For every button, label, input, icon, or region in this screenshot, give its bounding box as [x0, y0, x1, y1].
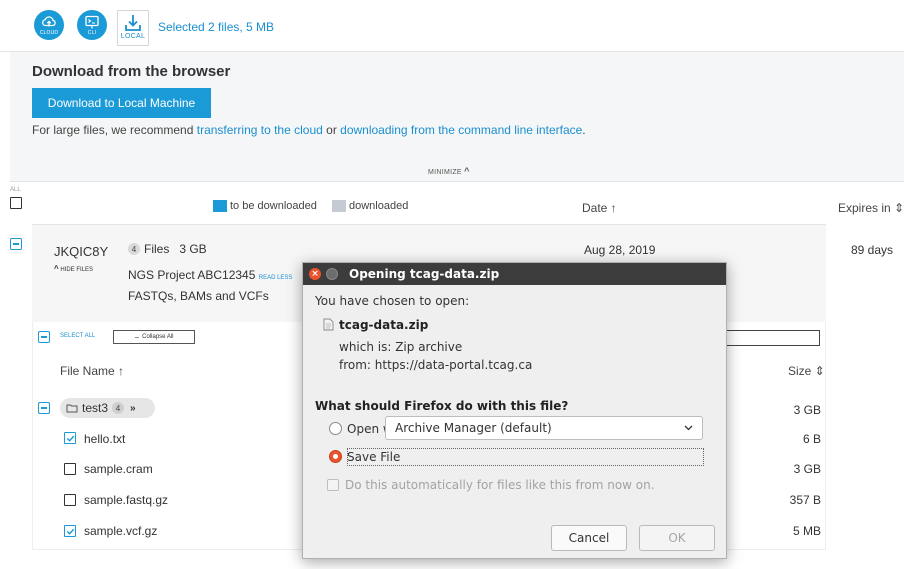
file-name: hello.txt — [84, 432, 126, 446]
cancel-button[interactable]: Cancel — [551, 525, 627, 551]
close-icon[interactable]: × — [309, 268, 321, 280]
request-date: Aug 28, 2019 — [584, 243, 656, 257]
file-size: 3 GB — [793, 462, 821, 476]
description-line2: FASTQs, BAMs and VCFs — [128, 289, 269, 303]
file-source-text: from: https://data-portal.tcag.ca — [339, 358, 533, 372]
terminal-icon — [85, 15, 99, 29]
ok-label: OK — [668, 531, 686, 545]
file-size: 5 MB — [792, 524, 821, 538]
file-checkbox-fastq[interactable] — [64, 494, 76, 506]
file-size: 357 B — [789, 493, 821, 507]
request-description: NGS Project ABC12345 READ LESS — [128, 268, 292, 282]
firefox-question: What should Firefox do with this file? — [315, 399, 569, 413]
request-files-summary: 4 Files 3 GB — [128, 242, 207, 256]
large-files-note: For large files, we recommend transferri… — [32, 123, 586, 137]
chevron-down-icon — [684, 425, 693, 431]
legend-swatch-downloaded — [332, 200, 346, 212]
local-download-button[interactable]: LOCAL — [117, 10, 149, 46]
request-id: JKQIC8Y — [54, 244, 109, 259]
request-expires: 89 days — [851, 243, 894, 257]
file-name: sample.vcf.gz — [84, 524, 158, 538]
file-size: 6 B — [802, 432, 821, 446]
folder-name: test3 — [82, 401, 109, 415]
request-size: 3 GB — [179, 242, 207, 256]
cli-download-button[interactable]: CLI — [77, 10, 107, 40]
auto-action-label: Do this automatically for files like thi… — [345, 478, 655, 492]
download-to-local-button[interactable]: Download to Local Machine — [32, 88, 211, 118]
open-with-radio[interactable] — [329, 422, 342, 435]
file-count-badge: 4 — [128, 243, 140, 255]
hide-files-toggle[interactable]: ^ HIDE FILES — [54, 264, 93, 273]
double-chevron-down-icon: » — [130, 402, 136, 414]
transfer-to-cloud-link[interactable]: transferring to the cloud — [197, 123, 323, 137]
file-icon — [323, 318, 334, 331]
download-panel: Download from the browser Download to Lo… — [10, 52, 904, 182]
cli-caption: CLI — [87, 30, 97, 36]
all-label: ALL — [10, 187, 21, 193]
select-all-files-checkbox[interactable] — [38, 331, 50, 343]
download-icon — [125, 15, 141, 31]
note-middle: or — [322, 123, 341, 137]
file-name-column-header[interactable]: File Name ↑ — [60, 364, 124, 378]
chevron-up-icon: ^ — [54, 264, 59, 273]
files-label: Files — [144, 242, 170, 256]
expires-column-header[interactable]: Expires in ⇕ — [838, 201, 904, 215]
save-file-label: Save File — [347, 450, 401, 464]
save-file-focus-ring — [347, 448, 704, 466]
auto-action-checkbox[interactable] — [327, 479, 339, 491]
checkmark-icon — [66, 435, 74, 442]
local-caption: LOCAL — [120, 33, 146, 40]
collapse-all-button[interactable]: − Collapse All — [113, 330, 195, 344]
legend-to-be-downloaded: to be downloaded — [230, 200, 317, 212]
note-suffix: . — [582, 123, 586, 137]
note-prefix: For large files, we recommend — [32, 123, 197, 137]
checkmark-icon — [66, 528, 74, 535]
command-line-link[interactable]: downloading from the command line interf… — [340, 123, 582, 137]
file-type-text: which is: Zip archive — [339, 340, 463, 354]
hide-files-label: HIDE FILES — [60, 267, 94, 273]
read-less-link[interactable]: READ LESS — [259, 275, 293, 281]
selected-app: Archive Manager (default) — [395, 421, 552, 435]
legend-downloaded: downloaded — [349, 200, 409, 212]
folder-test3[interactable]: test3 4 » — [60, 398, 155, 418]
select-all-checkbox[interactable] — [10, 197, 22, 209]
date-column-header[interactable]: Date ↑ — [582, 201, 617, 215]
cloud-caption: CLOUD — [39, 30, 59, 36]
file-name: sample.fastq.gz — [84, 493, 169, 507]
chevron-up-icon: ^ — [464, 166, 470, 176]
dialog-title: Opening tcag-data.zip — [349, 267, 500, 281]
folder-icon — [66, 404, 78, 413]
save-file-radio[interactable] — [329, 450, 342, 463]
folder-size: 3 GB — [793, 403, 821, 417]
file-checkbox-hello[interactable] — [64, 432, 76, 444]
request-row-checkbox[interactable] — [10, 238, 22, 250]
open-with-app-select[interactable]: Archive Manager (default) — [385, 416, 703, 440]
folder-count-badge: 4 — [112, 402, 125, 414]
ok-button[interactable]: OK — [639, 525, 715, 551]
cancel-label: Cancel — [568, 531, 610, 545]
dialog-titlebar: × Opening tcag-data.zip — [303, 263, 726, 285]
collapse-all-label: Collapse All — [142, 334, 174, 340]
panel-title: Download from the browser — [32, 63, 231, 80]
description-line1: NGS Project ABC12345 — [128, 268, 256, 282]
minus-icon: − — [134, 332, 140, 342]
cloud-icon — [42, 16, 56, 27]
file-checkbox-vcf[interactable] — [64, 525, 76, 537]
minimize-window-icon[interactable] — [326, 268, 338, 280]
file-checkbox-cram[interactable] — [64, 463, 76, 475]
transfer-method-bar: CLOUD CLI LOCAL Selected 2 files, 5 MB — [0, 0, 904, 52]
size-column-header[interactable]: Size ⇕ — [788, 364, 825, 378]
minimize-label: MINIMIZE — [428, 169, 462, 176]
firefox-download-dialog: × Opening tcag-data.zip You have chosen … — [302, 262, 727, 559]
select-all-link[interactable]: SELECT ALL — [60, 333, 95, 339]
folder-checkbox[interactable] — [38, 402, 50, 414]
minimize-toggle[interactable]: MINIMIZE ^ — [428, 166, 470, 176]
cloud-download-button[interactable]: CLOUD — [34, 10, 64, 40]
file-name: sample.cram — [84, 462, 153, 476]
chosen-to-open-text: You have chosen to open: — [315, 294, 470, 308]
selection-summary: Selected 2 files, 5 MB — [158, 20, 275, 34]
download-filename: tcag-data.zip — [339, 318, 429, 332]
legend-swatch-to-be-downloaded — [213, 200, 227, 212]
file-filter-input[interactable] — [720, 330, 820, 346]
